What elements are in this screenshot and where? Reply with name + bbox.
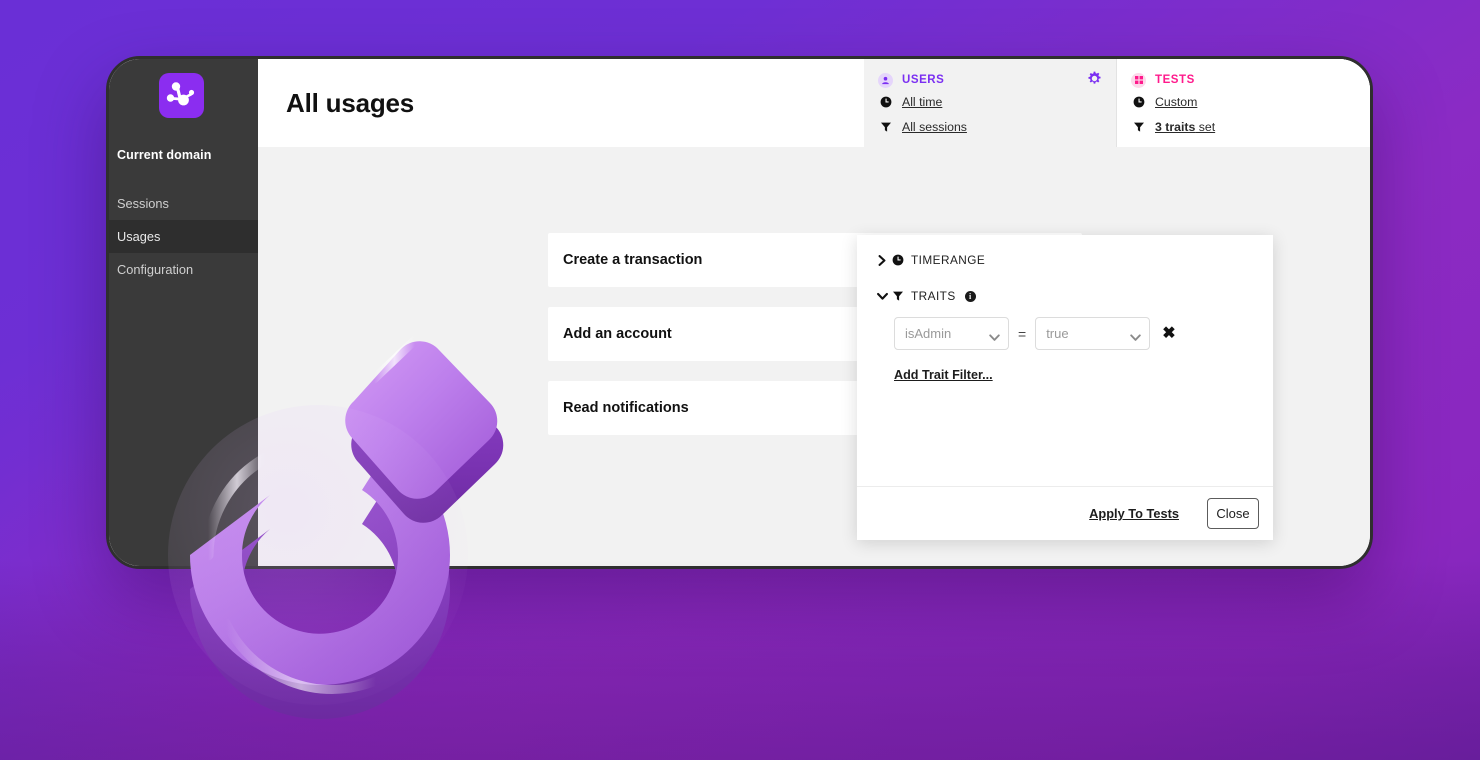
content-area: Create a transaction Add an account Read…	[258, 147, 1370, 566]
traits-section-header[interactable]: TRAITS i	[857, 289, 1273, 303]
remove-filter-button[interactable]: ✖	[1162, 325, 1175, 342]
filter-editor-footer: Apply To Tests Close	[857, 486, 1273, 540]
person-icon	[878, 72, 893, 88]
traits-section-label: TRAITS	[911, 289, 956, 303]
operator-label: =	[1018, 325, 1027, 342]
molecule-icon	[166, 82, 195, 106]
card-label: Read notifications	[563, 400, 689, 416]
app-logo[interactable]	[159, 73, 204, 118]
trait-value-wrap: truefalse	[1035, 317, 1151, 350]
tests-panel-header: TESTS	[1131, 71, 1356, 89]
sidebar-item-label: Configuration	[117, 262, 194, 277]
grid-icon	[1131, 72, 1146, 88]
users-panel-header: USERS	[878, 71, 1102, 89]
tests-timerange-row[interactable]: Custom	[1131, 89, 1356, 114]
tests-traits-suffix: set	[1195, 119, 1216, 134]
funnel-icon	[889, 290, 906, 302]
gear-icon[interactable]	[1087, 71, 1102, 86]
timerange-section-header[interactable]: TIMERANGE	[857, 253, 1273, 267]
traits-section: TRAITS i isAdmin = true ✖ Add Trait Filt…	[857, 289, 1273, 384]
trait-value-select[interactable]: truefalse	[1035, 317, 1151, 350]
users-timerange-link[interactable]: All time	[902, 95, 942, 109]
sidebar-item-label: Sessions	[117, 196, 169, 211]
clock-icon	[878, 96, 893, 108]
current-domain-label: Current domain	[117, 148, 212, 162]
filter-editor-popup: TIMERANGE TRAITS i isAdmin = true ✖ Add …	[857, 235, 1273, 540]
tests-traits-count: 3 traits	[1155, 119, 1196, 134]
filter-editor-body: TIMERANGE TRAITS i isAdmin = true ✖ Add …	[857, 235, 1273, 486]
apply-to-tests-button[interactable]: Apply To Tests	[1089, 506, 1179, 521]
main-area: All usages USERS All time All sessions T…	[258, 59, 1370, 566]
tests-timerange-link[interactable]: Custom	[1155, 95, 1197, 109]
card-label: Add an account	[563, 326, 672, 342]
info-icon[interactable]: i	[964, 290, 976, 302]
ring-highlight-lower	[221, 618, 381, 694]
users-sessions-link[interactable]: All sessions	[902, 120, 967, 134]
sidebar: Current domain Sessions Usages Configura…	[109, 59, 258, 566]
card-label: Create a transaction	[563, 252, 703, 268]
timerange-section-label: TIMERANGE	[911, 253, 986, 267]
tests-filter-panel: TESTS Custom 3 traits set	[1117, 59, 1370, 147]
chevron-right-icon	[875, 254, 889, 266]
close-button[interactable]: Close	[1207, 498, 1259, 529]
sidebar-item-sessions[interactable]: Sessions	[109, 187, 258, 220]
page-title: All usages	[286, 87, 415, 118]
filter-summary-panels: USERS All time All sessions TESTS Custom…	[864, 59, 1370, 147]
users-filter-panel: USERS All time All sessions	[864, 59, 1117, 147]
trait-key-select[interactable]: isAdmin	[894, 317, 1009, 350]
trait-filter-row: isAdmin = truefalse	[857, 317, 1273, 350]
users-panel-title: USERS	[902, 74, 945, 86]
funnel-icon	[878, 121, 893, 133]
trait-key-wrap: isAdmin	[894, 317, 1009, 350]
topbar: All usages USERS All time All sessions T…	[258, 59, 1370, 147]
add-trait-filter-link[interactable]: Add Trait Filter...	[894, 368, 993, 382]
chevron-down-icon	[875, 292, 889, 301]
funnel-icon	[1131, 121, 1146, 133]
sidebar-nav: Sessions Usages Configuration	[109, 187, 258, 286]
page-backdrop: Current domain Sessions Usages Configura…	[0, 0, 1480, 760]
sidebar-item-usages[interactable]: Usages	[109, 220, 258, 253]
app-window: Current domain Sessions Usages Configura…	[106, 56, 1373, 569]
tests-traits-row[interactable]: 3 traits set	[1131, 114, 1356, 139]
sidebar-item-configuration[interactable]: Configuration	[109, 253, 258, 286]
clock-icon	[1131, 96, 1146, 108]
tests-panel-title: TESTS	[1155, 74, 1195, 86]
clock-icon	[889, 254, 906, 266]
users-sessions-row[interactable]: All sessions	[878, 114, 1102, 139]
sidebar-item-label: Usages	[117, 229, 161, 244]
users-timerange-row[interactable]: All time	[878, 89, 1102, 114]
tests-traits-link[interactable]: 3 traits set	[1155, 120, 1215, 134]
